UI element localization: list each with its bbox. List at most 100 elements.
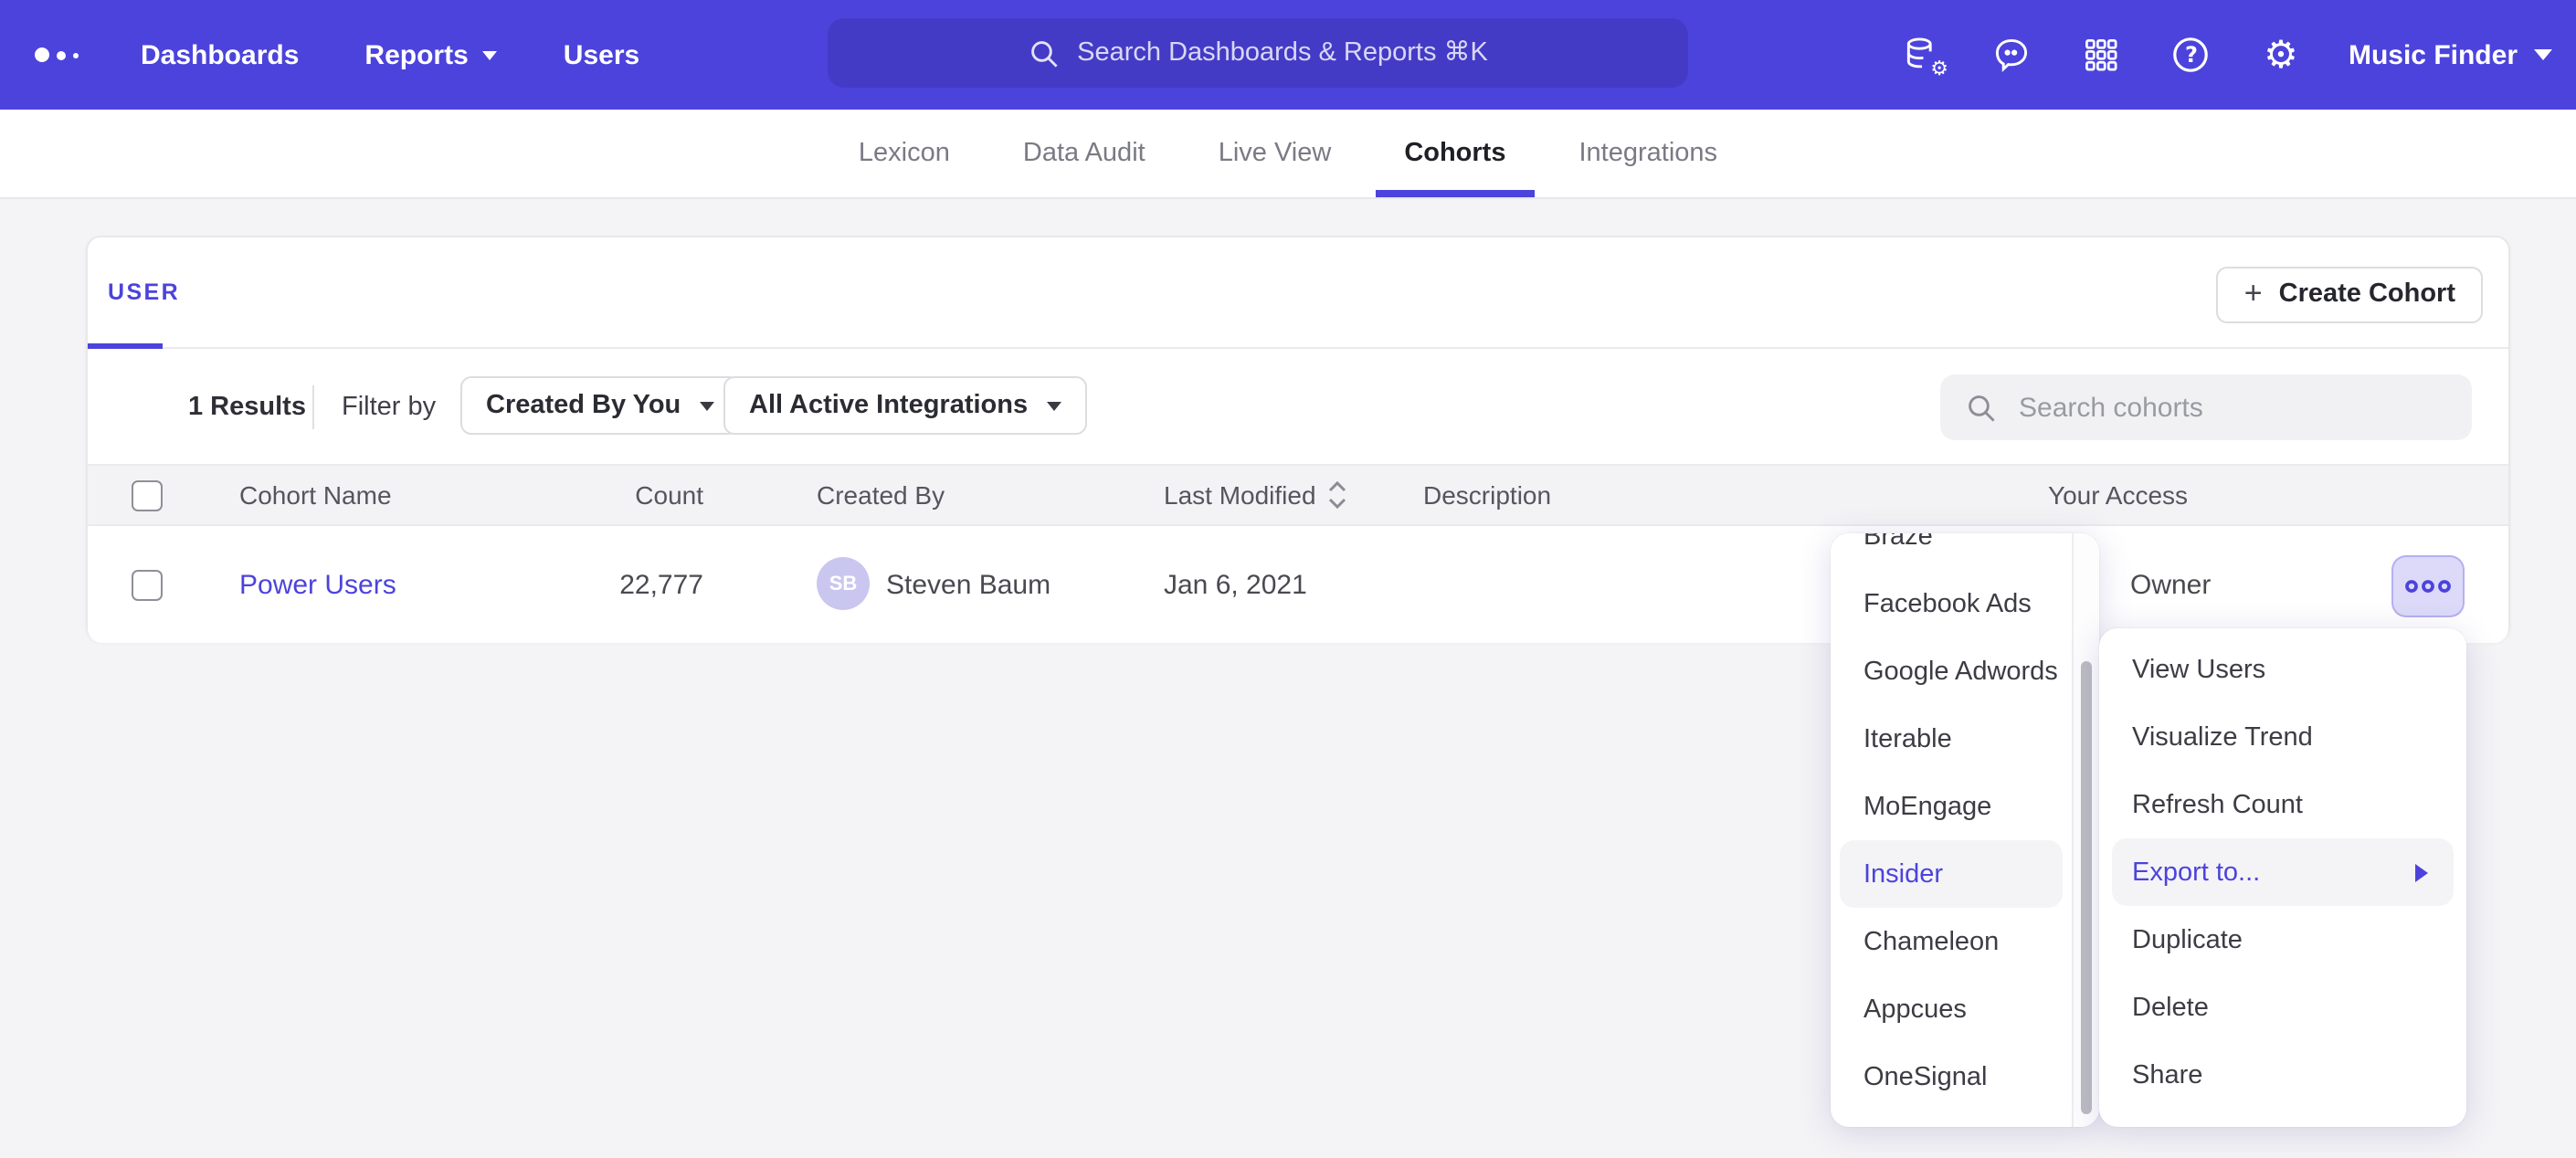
menu-item-iterable[interactable]: Iterable: [1831, 705, 2072, 773]
help-icon[interactable]: ?: [2170, 33, 2213, 77]
apps-grid-icon[interactable]: [2080, 33, 2124, 77]
header-description[interactable]: Description: [1423, 466, 1551, 524]
submenu-scrollbar-thumb[interactable]: [2081, 661, 2092, 1114]
chevron-down-icon: [2534, 49, 2552, 60]
project-name: Music Finder: [2349, 39, 2518, 70]
export-destinations-list: Braze Facebook Ads Google Adwords Iterab…: [1831, 533, 2099, 1111]
header-last-modified[interactable]: Last Modified: [1164, 466, 1347, 524]
avatar: SB: [817, 557, 870, 610]
menu-item-braze[interactable]: Braze: [1831, 533, 2072, 570]
tab-label: Lexicon: [859, 139, 950, 168]
menu-item-label: Delete: [2132, 993, 2209, 1022]
last-modified-value: Jan 6, 2021: [1164, 569, 1307, 600]
nav-item-dashboards[interactable]: Dashboards: [141, 39, 299, 70]
speech-bubble-icon: [1992, 35, 2032, 75]
tab-integrations[interactable]: Integrations: [1579, 110, 1718, 197]
menu-item-label: Refresh Count: [2132, 790, 2303, 819]
menu-item-label: OneSignal: [1863, 1062, 1987, 1091]
count-value: 22,777: [619, 569, 703, 600]
tab-lexicon[interactable]: Lexicon: [859, 110, 950, 197]
menu-item-duplicate[interactable]: Duplicate: [2099, 906, 2466, 974]
row-more-options-button[interactable]: [2391, 555, 2465, 616]
menu-item-label: Chameleon: [1863, 927, 1999, 956]
global-search-input[interactable]: Search Dashboards & Reports ⌘K: [828, 18, 1688, 88]
sort-icon[interactable]: [1329, 480, 1347, 510]
menu-item-facebook-ads[interactable]: Facebook Ads: [1831, 570, 2072, 637]
submenu-arrow-icon: [2415, 863, 2428, 881]
menu-item-delete[interactable]: Delete: [2099, 974, 2466, 1041]
header-label: Count: [635, 480, 703, 510]
menu-item-label: Google Adwords: [1863, 657, 2058, 686]
cohort-search-placeholder: Search cohorts: [2019, 392, 2203, 423]
search-icon: [1966, 392, 1997, 423]
create-cohort-label: Create Cohort: [2279, 280, 2455, 310]
menu-item-export-to[interactable]: Export to...: [2112, 838, 2454, 906]
header-label: Your Access: [2048, 480, 2188, 510]
tab-user-cohorts[interactable]: USER: [108, 237, 180, 347]
data-management-icon[interactable]: ⚙: [1901, 33, 1945, 77]
nav-label-dashboards: Dashboards: [141, 39, 299, 70]
menu-item-label: Export to...: [2132, 858, 2260, 887]
created-by-filter-dropdown[interactable]: Created By You: [460, 376, 739, 435]
nav-label-users: Users: [564, 39, 639, 70]
tab-data-audit[interactable]: Data Audit: [1023, 110, 1145, 197]
nav-item-reports[interactable]: Reports: [364, 39, 497, 70]
cohort-name-link[interactable]: Power Users: [239, 569, 396, 600]
mini-gear-icon: ⚙: [1930, 58, 1948, 79]
row-checkbox[interactable]: [132, 569, 163, 600]
cohorts-card: USER + Create Cohort 1 Results Filter by…: [86, 236, 2510, 641]
menu-item-label: Facebook Ads: [1863, 589, 2032, 618]
select-all-checkbox[interactable]: [132, 479, 163, 511]
tab-label: Integrations: [1579, 139, 1718, 168]
your-access-cell: Owner: [2130, 526, 2211, 643]
divider: [312, 385, 314, 429]
menu-item-refresh-count[interactable]: Refresh Count: [2099, 771, 2466, 838]
nav-label-reports: Reports: [364, 39, 468, 70]
tab-live-view[interactable]: Live View: [1219, 110, 1332, 197]
menu-item-visualize-trend[interactable]: Visualize Trend: [2099, 703, 2466, 771]
menu-item-appcues[interactable]: Appcues: [1831, 975, 2072, 1043]
filter-row: 1 Results Filter by Created By You All A…: [88, 349, 2508, 464]
menu-item-google-adwords[interactable]: Google Adwords: [1831, 637, 2072, 705]
create-cohort-button[interactable]: + Create Cohort: [2217, 267, 2483, 322]
settings-icon[interactable]: ⚙: [2259, 33, 2303, 77]
menu-item-onesignal[interactable]: OneSignal: [1831, 1043, 2072, 1111]
global-search-placeholder: Search Dashboards & Reports ⌘K: [1077, 38, 1488, 68]
top-navigation-bar: Dashboards Reports Users Search Dashboar…: [0, 0, 2576, 110]
plus-icon: +: [2244, 276, 2263, 312]
header-count[interactable]: Count: [508, 466, 703, 524]
submenu-scrollbar-track: [2072, 533, 2099, 1127]
primary-nav: Dashboards Reports Users: [141, 0, 639, 110]
avatar-initials: SB: [829, 573, 858, 595]
menu-item-label: Insider: [1863, 859, 1943, 889]
cohort-count: 22,777: [508, 526, 703, 643]
menu-item-share[interactable]: Share: [2099, 1041, 2466, 1109]
section-tabbar: Lexicon Data Audit Live View Cohorts Int…: [0, 110, 2576, 199]
header-label: Created By: [817, 480, 945, 510]
menu-item-insider[interactable]: Insider: [1840, 840, 2063, 908]
menu-item-label: View Users: [2132, 655, 2265, 684]
menu-item-view-users[interactable]: View Users: [2099, 636, 2466, 703]
created-by-value: Steven Baum: [886, 569, 1050, 600]
tab-label: Cohorts: [1404, 139, 1505, 168]
tab-label: Live View: [1219, 139, 1332, 168]
menu-item-label: Visualize Trend: [2132, 722, 2313, 752]
header-your-access[interactable]: Your Access: [2048, 466, 2188, 524]
nav-item-users[interactable]: Users: [564, 39, 639, 70]
menu-item-moengage[interactable]: MoEngage: [1831, 773, 2072, 840]
header-created-by[interactable]: Created By: [817, 466, 945, 524]
integrations-filter-label: All Active Integrations: [749, 391, 1028, 420]
menu-item-label: Braze: [1863, 533, 1933, 551]
cohort-type-strip: USER + Create Cohort: [88, 237, 2508, 349]
header-cohort-name[interactable]: Cohort Name: [239, 466, 392, 524]
mixpanel-logo-icon[interactable]: [35, 0, 79, 110]
menu-item-label: Share: [2132, 1060, 2202, 1090]
project-switcher[interactable]: Music Finder: [2349, 39, 2552, 70]
tab-cohorts[interactable]: Cohorts: [1404, 110, 1505, 197]
menu-item-chameleon[interactable]: Chameleon: [1831, 908, 2072, 975]
integrations-filter-dropdown[interactable]: All Active Integrations: [723, 376, 1086, 435]
app-root: Dashboards Reports Users Search Dashboar…: [0, 0, 2576, 1158]
cohort-search-input[interactable]: Search cohorts: [1940, 374, 2472, 440]
feedback-icon[interactable]: [1990, 33, 2034, 77]
header-label: Description: [1423, 480, 1551, 510]
